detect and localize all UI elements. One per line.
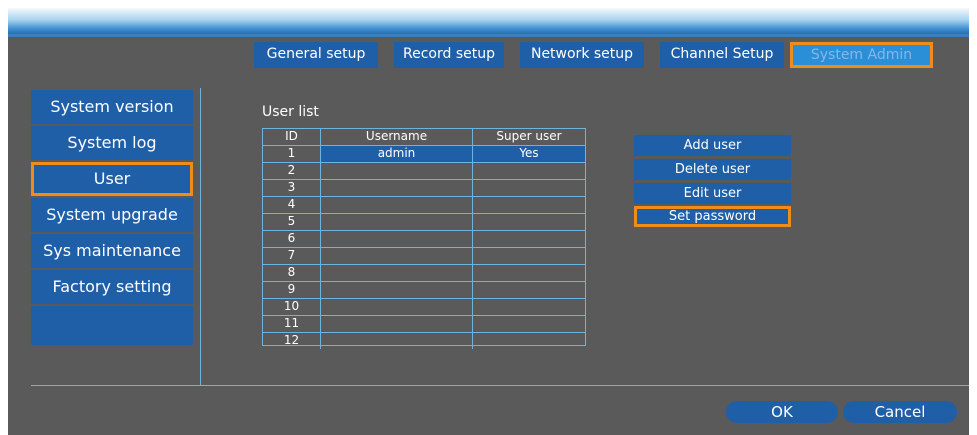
set-password-button[interactable]: Set password bbox=[634, 206, 791, 227]
cell-username bbox=[321, 316, 473, 332]
cell-super-user bbox=[473, 197, 585, 213]
table-row[interactable]: 11 bbox=[263, 316, 585, 333]
cell-id: 10 bbox=[263, 299, 321, 315]
cell-super-user bbox=[473, 333, 585, 349]
cell-super-user: Yes bbox=[473, 146, 585, 162]
cell-username bbox=[321, 265, 473, 281]
cell-id: 2 bbox=[263, 163, 321, 179]
cell-super-user bbox=[473, 248, 585, 264]
sidebar-item-system-upgrade[interactable]: System upgrade bbox=[31, 198, 193, 232]
edit-user-button[interactable]: Edit user bbox=[634, 183, 791, 204]
user-list-title: User list bbox=[262, 104, 319, 120]
settings-tabs: General setup Record setup Network setup… bbox=[254, 42, 933, 68]
user-list-table: ID Username Super user 1 admin Yes 2 3 4… bbox=[262, 128, 586, 349]
cell-username bbox=[321, 299, 473, 315]
dvr-settings-screen: General setup Record setup Network setup… bbox=[8, 8, 969, 435]
cancel-button[interactable]: Cancel bbox=[843, 401, 957, 423]
column-header-username: Username bbox=[321, 129, 473, 145]
column-header-super-user: Super user bbox=[496, 129, 562, 143]
cell-username bbox=[321, 214, 473, 230]
tab-channel-setup[interactable]: Channel Setup bbox=[660, 42, 784, 68]
cell-username bbox=[321, 333, 473, 349]
table-row[interactable]: 12 bbox=[263, 333, 585, 350]
sidebar-item-system-version[interactable]: System version bbox=[31, 90, 193, 124]
column-header-id: ID bbox=[263, 129, 321, 145]
cell-id: 5 bbox=[263, 214, 321, 230]
table-row[interactable]: 1 admin Yes bbox=[263, 146, 585, 163]
cell-id: 12 bbox=[263, 333, 321, 349]
cell-username bbox=[321, 163, 473, 179]
admin-sidebar: System version System log User System up… bbox=[31, 90, 193, 345]
cell-username bbox=[321, 248, 473, 264]
tab-record-setup[interactable]: Record setup bbox=[394, 42, 504, 68]
table-header-row: ID Username Super user bbox=[263, 129, 585, 146]
cell-super-user bbox=[473, 299, 585, 315]
table-row[interactable]: 6 bbox=[263, 231, 585, 248]
delete-user-button[interactable]: Delete user bbox=[634, 159, 791, 180]
cell-super-user bbox=[473, 231, 585, 247]
top-gradient-bar bbox=[8, 8, 969, 34]
sidebar-divider bbox=[200, 88, 201, 386]
sidebar-item-empty bbox=[31, 306, 193, 345]
table-row[interactable]: 10 bbox=[263, 299, 585, 316]
cell-super-user bbox=[473, 282, 585, 298]
table-row[interactable]: 2 bbox=[263, 163, 585, 180]
ok-button[interactable]: OK bbox=[726, 401, 838, 423]
sidebar-item-factory-setting[interactable]: Factory setting bbox=[31, 270, 193, 304]
top-divider bbox=[8, 34, 969, 37]
cell-id: 7 bbox=[263, 248, 321, 264]
cell-username bbox=[321, 197, 473, 213]
cell-super-user bbox=[473, 214, 585, 230]
table-row[interactable]: 3 bbox=[263, 180, 585, 197]
cell-username: admin bbox=[321, 146, 473, 162]
cell-username bbox=[321, 282, 473, 298]
sidebar-item-system-log[interactable]: System log bbox=[31, 126, 193, 160]
cell-id: 3 bbox=[263, 180, 321, 196]
cell-id: 4 bbox=[263, 197, 321, 213]
cell-id: 6 bbox=[263, 231, 321, 247]
table-row[interactable]: 5 bbox=[263, 214, 585, 231]
cell-id: 9 bbox=[263, 282, 321, 298]
table-row[interactable]: 7 bbox=[263, 248, 585, 265]
cell-super-user bbox=[473, 163, 585, 179]
table-row[interactable]: 8 bbox=[263, 265, 585, 282]
tab-network-setup[interactable]: Network setup bbox=[520, 42, 644, 68]
table-row[interactable]: 4 bbox=[263, 197, 585, 214]
cell-super-user bbox=[473, 265, 585, 281]
cell-id: 8 bbox=[263, 265, 321, 281]
sidebar-item-user[interactable]: User bbox=[31, 162, 193, 196]
cell-id: 11 bbox=[263, 316, 321, 332]
tab-system-admin[interactable]: System Admin bbox=[790, 42, 933, 68]
table-row[interactable]: 9 bbox=[263, 282, 585, 299]
cell-super-user bbox=[473, 316, 585, 332]
cell-username bbox=[321, 180, 473, 196]
add-user-button[interactable]: Add user bbox=[634, 135, 791, 156]
cell-id: 1 bbox=[263, 146, 321, 162]
cell-username bbox=[321, 231, 473, 247]
sidebar-item-sys-maintenance[interactable]: Sys maintenance bbox=[31, 234, 193, 268]
footer-divider bbox=[31, 385, 969, 386]
cell-super-user bbox=[473, 180, 585, 196]
tab-general-setup[interactable]: General setup bbox=[254, 42, 378, 68]
